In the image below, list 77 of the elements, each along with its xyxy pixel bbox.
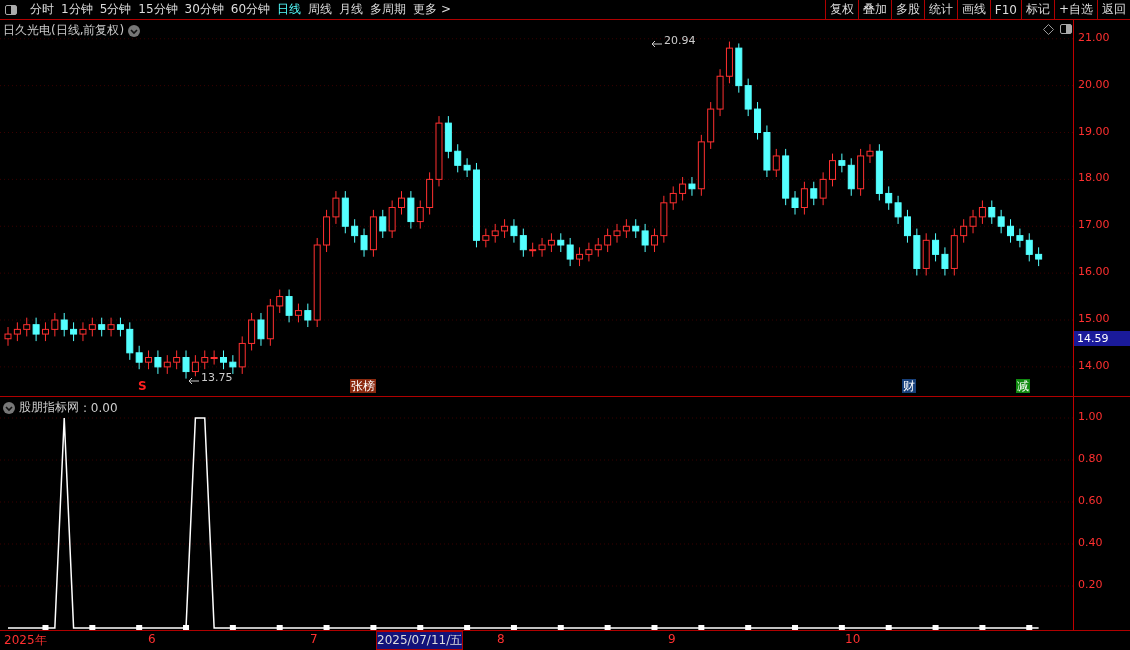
data-point-marker: [792, 625, 799, 630]
price-axis-label: 19.00: [1078, 124, 1110, 138]
period-tab[interactable]: 1分钟: [61, 1, 93, 18]
indicator-axis-label: 0.20: [1078, 578, 1103, 591]
price-axis-label: 15.00: [1078, 312, 1110, 325]
date-axis-label: 2025/07/11/五: [376, 631, 464, 650]
data-point-marker: [136, 625, 143, 630]
candlestick: [220, 349, 227, 370]
indicator-name: 股朋指标网: [19, 399, 79, 416]
price-axis-label: 18.00: [1078, 171, 1110, 185]
candlestick: [1007, 218, 1014, 244]
data-point-marker: [229, 625, 236, 630]
period-tab[interactable]: 日线: [277, 1, 302, 18]
data-point-marker: [557, 625, 564, 630]
price-axis-label: 21.00: [1078, 30, 1110, 44]
indicator-axis-label: 0.80: [1078, 452, 1103, 465]
high-price-label: 20.94: [664, 33, 696, 47]
date-axis-label: 7: [310, 632, 318, 646]
date-axis-label: 8: [497, 632, 505, 646]
data-point-marker: [183, 625, 189, 630]
event-marker[interactable]: 财: [902, 379, 916, 393]
data-point-marker: [42, 625, 49, 630]
candlestick: [398, 190, 405, 216]
event-marker[interactable]: S: [138, 379, 147, 393]
candlestick: [1035, 246, 1043, 267]
data-point-marker: [370, 625, 377, 630]
data-point-marker: [885, 625, 892, 630]
candlestick: [42, 321, 49, 342]
data-point-marker: [417, 625, 424, 630]
period-tab[interactable]: 5分钟: [99, 1, 132, 18]
date-axis-label: 2025年: [4, 632, 47, 649]
leader-line: [651, 39, 663, 48]
chart-title: 日久光电(日线,前复权): [3, 22, 125, 39]
data-point-marker: [932, 625, 939, 630]
event-marker[interactable]: 张榜: [350, 379, 376, 393]
period-tab[interactable]: 15分钟: [138, 1, 178, 18]
data-point-marker: [604, 625, 611, 630]
data-point-marker: [276, 625, 283, 630]
data-point-marker: [323, 625, 330, 630]
panel-toggle-icon[interactable]: [1060, 24, 1072, 34]
candlestick: [651, 228, 658, 253]
price-axis-label: 17.00: [1078, 218, 1110, 232]
candlestick: [829, 153, 836, 187]
data-point-marker: [510, 625, 517, 630]
price-axis-label: 16.00: [1078, 265, 1110, 279]
data-point-marker: [838, 625, 845, 630]
period-tab[interactable]: 月线: [339, 1, 364, 18]
price-axis-label: 20.00: [1078, 77, 1110, 91]
last-price-tag: 14.59: [1074, 331, 1130, 347]
data-point-marker: [89, 625, 96, 630]
price-axis-label: 14.00: [1078, 358, 1110, 372]
diamond-icon[interactable]: [1043, 24, 1054, 35]
low-price-label: 13.75: [201, 370, 233, 384]
indicator-axis-label: 0.60: [1078, 494, 1103, 507]
period-tab[interactable]: 30分钟: [184, 1, 224, 18]
period-tab[interactable]: 分时: [30, 1, 54, 18]
data-point-marker: [698, 625, 705, 630]
period-tab[interactable]: 60分钟: [230, 1, 271, 18]
event-marker[interactable]: 减: [1016, 379, 1030, 393]
indicator-axis-label: 1.00: [1078, 410, 1103, 423]
indicator-value: : 0.00: [83, 400, 118, 415]
dropdown-icon[interactable]: [128, 24, 141, 37]
date-axis-label: 9: [668, 632, 676, 646]
period-tab[interactable]: 周线: [308, 1, 333, 18]
dropdown-icon[interactable]: [3, 401, 15, 414]
date-axis-label: 10: [845, 632, 861, 646]
period-tab[interactable]: 多周期: [370, 1, 407, 18]
data-point-marker: [745, 625, 752, 630]
period-tab[interactable]: 更多 >: [413, 1, 451, 18]
leader-line: [188, 376, 200, 385]
date-axis-label: 6: [148, 632, 156, 646]
indicator-axis-label: 0.40: [1078, 536, 1103, 549]
data-point-marker: [651, 625, 658, 630]
data-point-marker: [979, 625, 986, 630]
data-point-marker: [464, 625, 471, 630]
data-point-marker: [1026, 625, 1033, 630]
panel-toggle-icon[interactable]: [5, 4, 17, 15]
